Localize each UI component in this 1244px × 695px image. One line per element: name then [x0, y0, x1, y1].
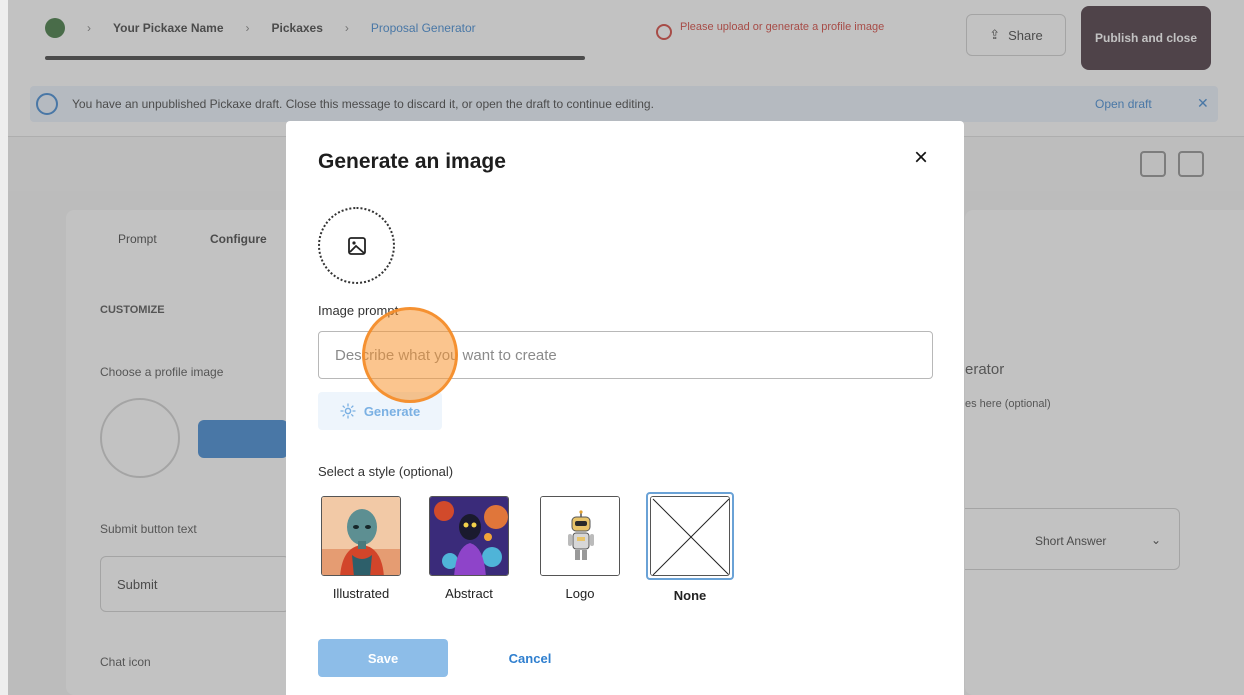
close-icon[interactable]: ×	[908, 145, 934, 171]
generate-button[interactable]: Generate	[318, 392, 442, 430]
window-edge	[0, 0, 8, 695]
style-name: Illustrated	[332, 586, 390, 601]
abstract-style-thumbnail	[429, 496, 509, 576]
image-prompt-label: Image prompt	[318, 303, 399, 318]
selected-outline	[646, 492, 734, 580]
style-name: None	[673, 588, 707, 603]
style-name: Abstract	[445, 586, 493, 601]
style-option-logo[interactable]: Logo	[535, 492, 625, 601]
style-label: Select a style (optional)	[318, 464, 454, 479]
none-style-thumbnail	[650, 496, 730, 576]
generate-image-dialog: Generate an image × Image prompt Generat…	[286, 121, 964, 695]
style-option-abstract[interactable]: Abstract	[424, 492, 514, 601]
image-upload-circle[interactable]	[318, 207, 395, 284]
style-name: Logo	[565, 586, 595, 601]
dialog-title: Generate an image	[318, 150, 506, 173]
sparkle-icon	[340, 403, 356, 419]
image-icon	[347, 236, 366, 255]
style-option-illustrated[interactable]: Illustrated	[316, 492, 406, 601]
cancel-button[interactable]: Cancel	[480, 639, 580, 677]
style-option-none[interactable]: None	[645, 492, 735, 603]
illustrated-style-thumbnail	[321, 496, 401, 576]
image-prompt-input[interactable]	[318, 331, 933, 379]
save-button[interactable]: Save	[318, 639, 448, 677]
logo-style-thumbnail	[540, 496, 620, 576]
generate-label: Generate	[363, 403, 421, 419]
